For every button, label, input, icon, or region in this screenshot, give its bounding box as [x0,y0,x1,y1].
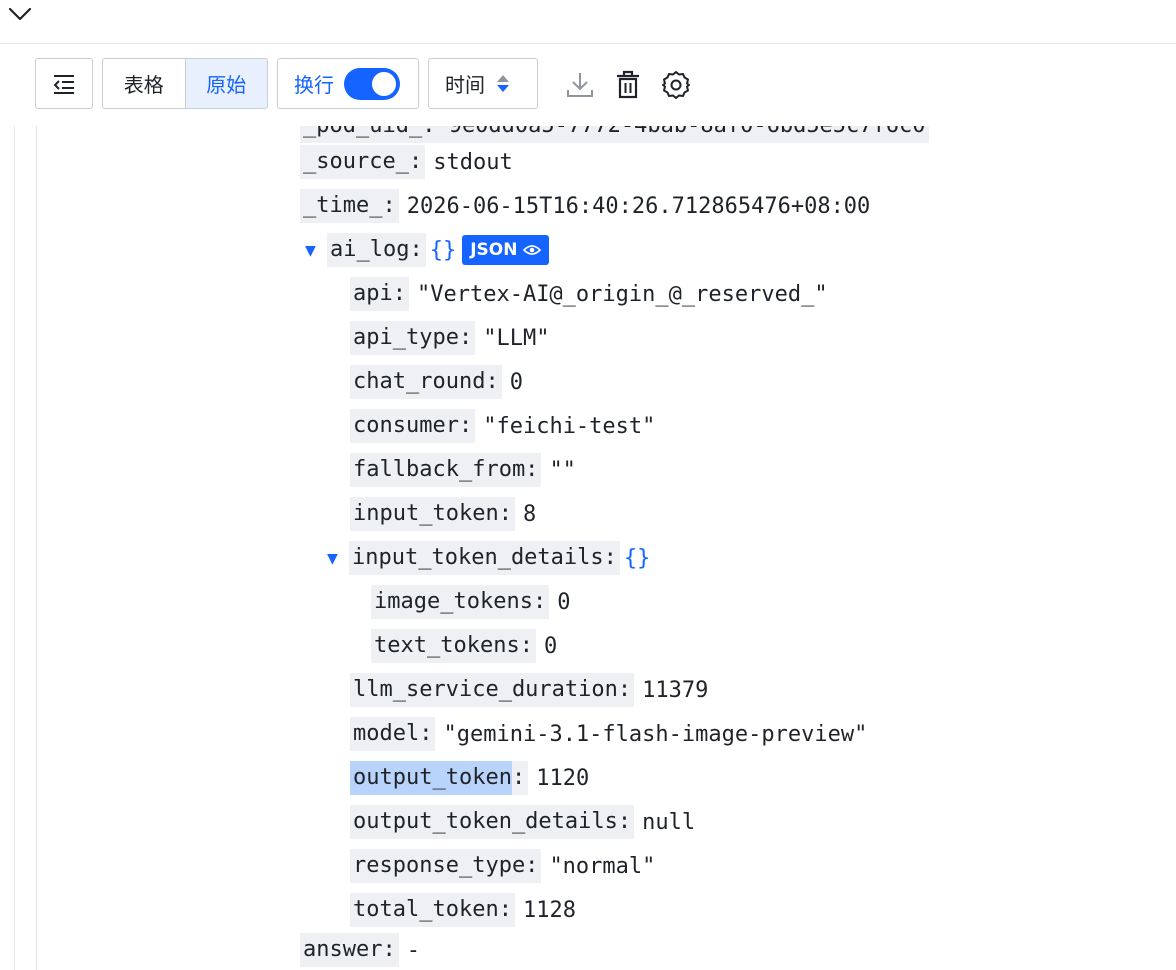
log-row: text_tokens: 0 [371,629,557,663]
field-value: null [642,809,696,835]
log-viewer: _pod_uid_: 9e0dd0a5-7772-4bab-8af0-6bd5e… [0,126,1176,970]
field-key[interactable]: answer: [300,933,399,967]
field-key[interactable]: llm_service_duration: [350,673,635,707]
log-partial-text: _pod_uid_: 9e0dd0a5-7772-4bab-8af0-6bd5e… [300,126,929,143]
log-row-input-token-details: ▼ input_token_details: {} [327,541,650,575]
field-key[interactable]: api: [350,277,409,311]
gear-icon [662,71,690,99]
log-row: chat_round: 0 [350,365,523,399]
log-row: model: "gemini-3.1-flash-image-preview" [350,717,867,751]
toolbar: 表格 原始 换行 时间 [0,44,1176,126]
log-row: input_token: 8 [350,497,536,531]
field-key[interactable]: model: [350,717,436,751]
log-row-time: _time_: 2026-06-15T16:40:26.712865476+08… [300,189,870,223]
sort-arrows-icon [497,75,509,92]
log-row: image_tokens: 0 [371,585,570,619]
time-sort-button[interactable]: 时间 [428,58,538,109]
field-value: 0 [557,589,571,615]
wrap-toggle-button[interactable]: 换行 [277,58,419,109]
field-key[interactable]: output_token_details: [350,805,635,839]
field-key-colon: : [511,761,529,795]
download-button[interactable] [563,68,597,102]
view-mode-segment: 表格 原始 [102,58,268,109]
settings-button[interactable] [659,68,693,102]
log-row-ai-log: ▼ ai_log: {} JSON [305,233,550,267]
field-key[interactable]: _time_: [300,189,399,223]
field-key[interactable]: chat_round: [350,365,502,399]
field-value: "Vertex-AI@_origin_@_reserved_" [416,281,828,307]
field-value: - [406,937,420,963]
log-row: output_token_details: null [350,805,695,839]
chevron-down-icon[interactable] [6,4,34,24]
log-row-output-token: output_token: 1120 [350,761,589,795]
eye-icon [523,245,542,255]
field-value: "feichi-test" [483,413,656,439]
field-key[interactable]: text_tokens: [371,629,536,663]
tab-table[interactable]: 表格 [103,59,185,108]
field-value: "LLM" [483,325,550,351]
field-key[interactable]: response_type: [350,849,542,883]
field-key[interactable]: input_token: [350,497,515,531]
field-key[interactable]: _source_: [300,145,426,179]
log-row: total_token: 1128 [350,893,576,927]
field-key[interactable]: consumer: [350,409,476,443]
log-row-answer: answer: - [300,933,420,967]
outline-toggle-icon [53,74,74,94]
wrap-switch[interactable] [344,67,400,100]
log-row-source: _source_: stdout [300,145,513,179]
log-row-partial: _pod_uid_: 9e0dd0a5-7772-4bab-8af0-6bd5e… [300,126,929,143]
top-bar [0,0,1176,44]
log-row: api_type: "LLM" [350,321,549,355]
field-value: 1120 [536,765,590,791]
collapse-triangle-icon[interactable]: ▼ [305,240,327,261]
wrap-label: 换行 [294,73,334,97]
delete-button[interactable] [611,68,645,102]
field-value: "" [549,457,576,483]
field-key[interactable]: total_token: [350,893,515,927]
sort-label: 时间 [445,73,485,97]
trash-icon [617,70,639,99]
field-value: stdout [433,149,513,175]
log-row: fallback_from: "" [350,453,576,487]
field-value: 0 [509,369,523,395]
field-value: 0 [543,633,558,659]
object-brace: {} [623,545,651,571]
outline-toggle-button[interactable] [35,58,93,109]
field-value: 2026-06-15T16:40:26.712865476+08:00 [406,193,871,219]
field-key[interactable]: fallback_from: [350,453,542,487]
tab-raw[interactable]: 原始 [184,59,267,108]
log-row: response_type: "normal" [350,849,655,883]
collapse-triangle-icon[interactable]: ▼ [327,548,349,569]
json-view-button[interactable]: JSON [462,235,550,265]
log-row: llm_service_duration: 11379 [350,673,708,707]
field-key[interactable]: input_token_details: [349,541,620,575]
object-brace: {} [429,237,457,263]
log-row: api: "Vertex-AI@_origin_@_reserved_" [350,277,828,311]
field-value: "normal" [549,853,656,879]
field-value: 1128 [522,897,576,923]
field-value: 8 [522,501,537,527]
field-value: 11379 [642,677,709,703]
switch-knob [372,71,396,96]
field-key[interactable]: image_tokens: [371,585,550,619]
selected-key-text[interactable]: output_token [350,761,512,795]
field-key[interactable]: api_type: [350,321,476,355]
log-row: consumer: "feichi-test" [350,409,655,443]
download-icon [567,73,593,97]
field-key[interactable]: ai_log: [327,233,426,267]
field-value: "gemini-3.1-flash-image-preview" [443,721,868,747]
json-badge-label: JSON [470,240,518,260]
